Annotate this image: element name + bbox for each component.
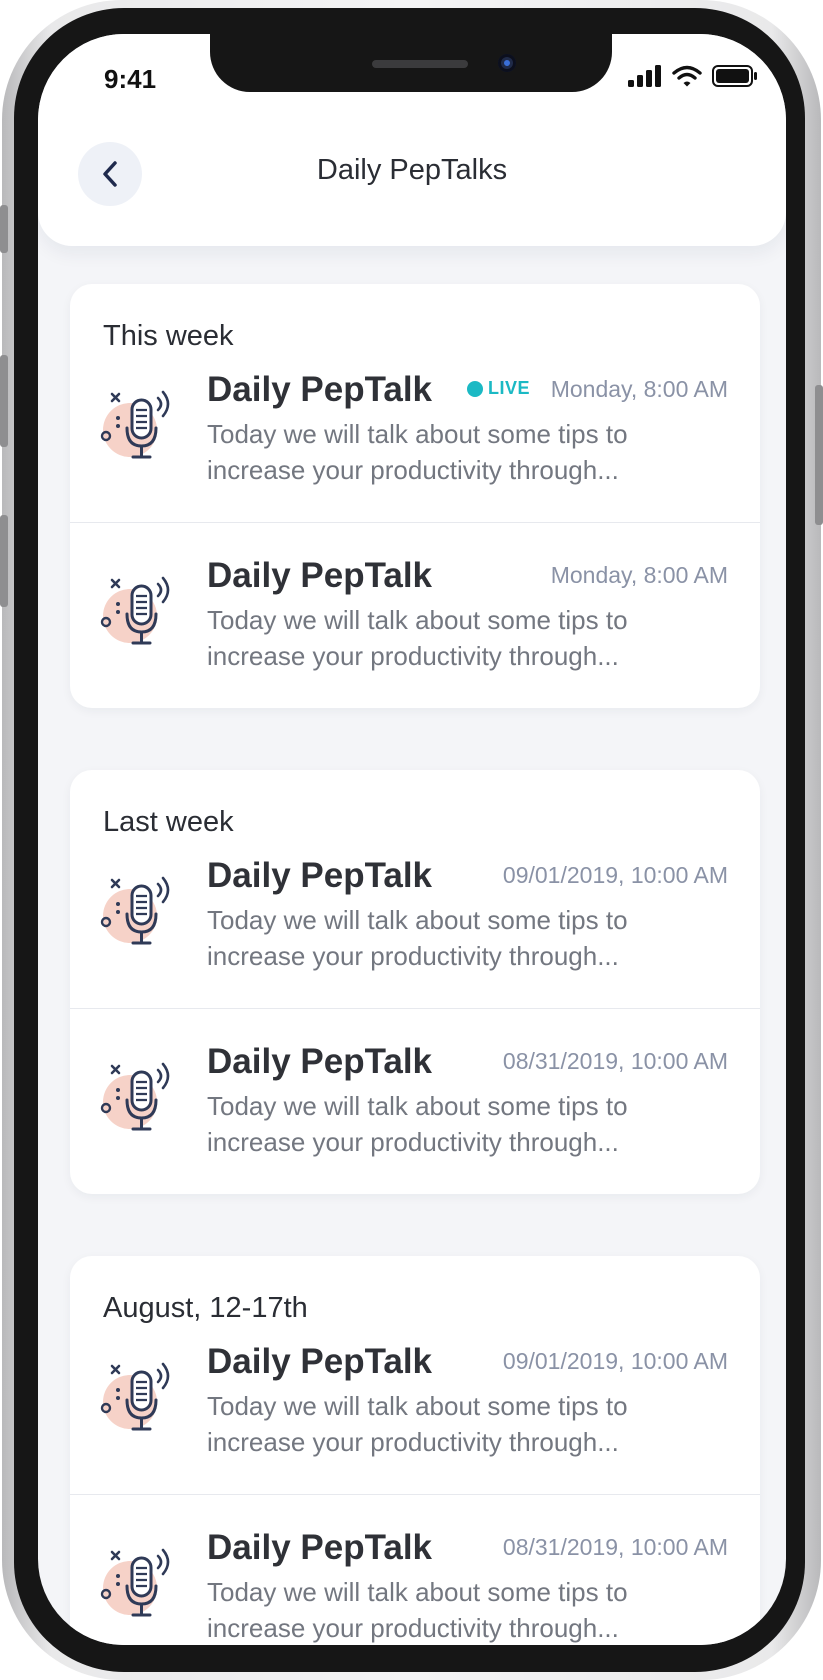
item-title: Daily PepTalk (207, 1042, 433, 1081)
item-date: Monday, 8:00 AM (550, 562, 728, 588)
silent-switch (0, 205, 8, 253)
wifi-icon (672, 65, 702, 87)
power-button (815, 385, 823, 525)
list-item[interactable]: Daily PepTalk 08/31/2019, 10:00 AM Today… (70, 1494, 760, 1645)
item-description: Today we will talk about some tips to in… (207, 1091, 628, 1157)
camera-icon (498, 54, 516, 72)
divider (70, 522, 760, 523)
live-badge: LIVE (467, 378, 530, 399)
speaker-grille (372, 60, 468, 68)
app-header: 9:41 Daily PepTalks (38, 34, 786, 246)
item-date: 08/31/2019, 10:00 AM (502, 1534, 728, 1560)
microphone-icon (100, 1062, 170, 1131)
section-card-this-week: This week Daily PepTalk LIVE Monday, 8:0… (70, 284, 760, 708)
section-card-august: August, 12-17th Daily PepTalk 09/01/2019… (70, 1256, 760, 1645)
item-description: Today we will talk about some tips to in… (207, 419, 628, 485)
item-date: Monday, 8:00 AM (550, 376, 728, 402)
list-item[interactable]: Daily PepTalk Monday, 8:00 AM Today we w… (70, 522, 760, 708)
app-screen: 9:41 Daily PepTalks This week Daily PepT… (38, 34, 786, 1645)
section-card-last-week: Last week Daily PepTalk 09/01/2019, 10:0… (70, 770, 760, 1194)
item-title: Daily PepTalk (207, 1528, 433, 1567)
divider (70, 1008, 760, 1009)
item-title: Daily PepTalk (207, 556, 433, 595)
item-date: 08/31/2019, 10:00 AM (502, 1048, 728, 1074)
notch (210, 34, 612, 92)
microphone-icon (100, 1548, 170, 1617)
list-item[interactable]: Daily PepTalk 09/01/2019, 10:00 AM Today… (70, 822, 760, 1014)
microphone-icon (100, 390, 170, 459)
item-title: Daily PepTalk (207, 856, 433, 895)
item-title: Daily PepTalk (207, 370, 433, 409)
divider (70, 1494, 760, 1495)
list-item[interactable]: Daily PepTalk 09/01/2019, 10:00 AM Today… (70, 1308, 760, 1500)
microphone-icon (100, 576, 170, 645)
list-item[interactable]: Daily PepTalk 08/31/2019, 10:00 AM Today… (70, 1008, 760, 1194)
item-date: 09/01/2019, 10:00 AM (502, 1348, 728, 1374)
item-title: Daily PepTalk (207, 1342, 433, 1381)
cellular-signal-icon (628, 65, 661, 87)
status-time: 9:41 (104, 64, 157, 94)
status-icons (628, 64, 758, 88)
microphone-icon (100, 1362, 170, 1431)
list-item[interactable]: Daily PepTalk LIVE Monday, 8:00 AM Today… (70, 336, 760, 528)
item-date: 09/01/2019, 10:00 AM (502, 862, 728, 888)
item-description: Today we will talk about some tips to in… (207, 905, 628, 971)
microphone-icon (100, 876, 170, 945)
live-dot-icon (467, 380, 483, 397)
volume-down-button (0, 515, 8, 607)
volume-up-button (0, 355, 8, 447)
battery-icon (712, 65, 757, 87)
item-description: Today we will talk about some tips to in… (207, 605, 628, 671)
item-description: Today we will talk about some tips to in… (207, 1391, 628, 1457)
page-title: Daily PepTalks (316, 154, 508, 186)
item-description: Today we will talk about some tips to in… (207, 1577, 628, 1643)
live-label: LIVE (488, 378, 531, 398)
